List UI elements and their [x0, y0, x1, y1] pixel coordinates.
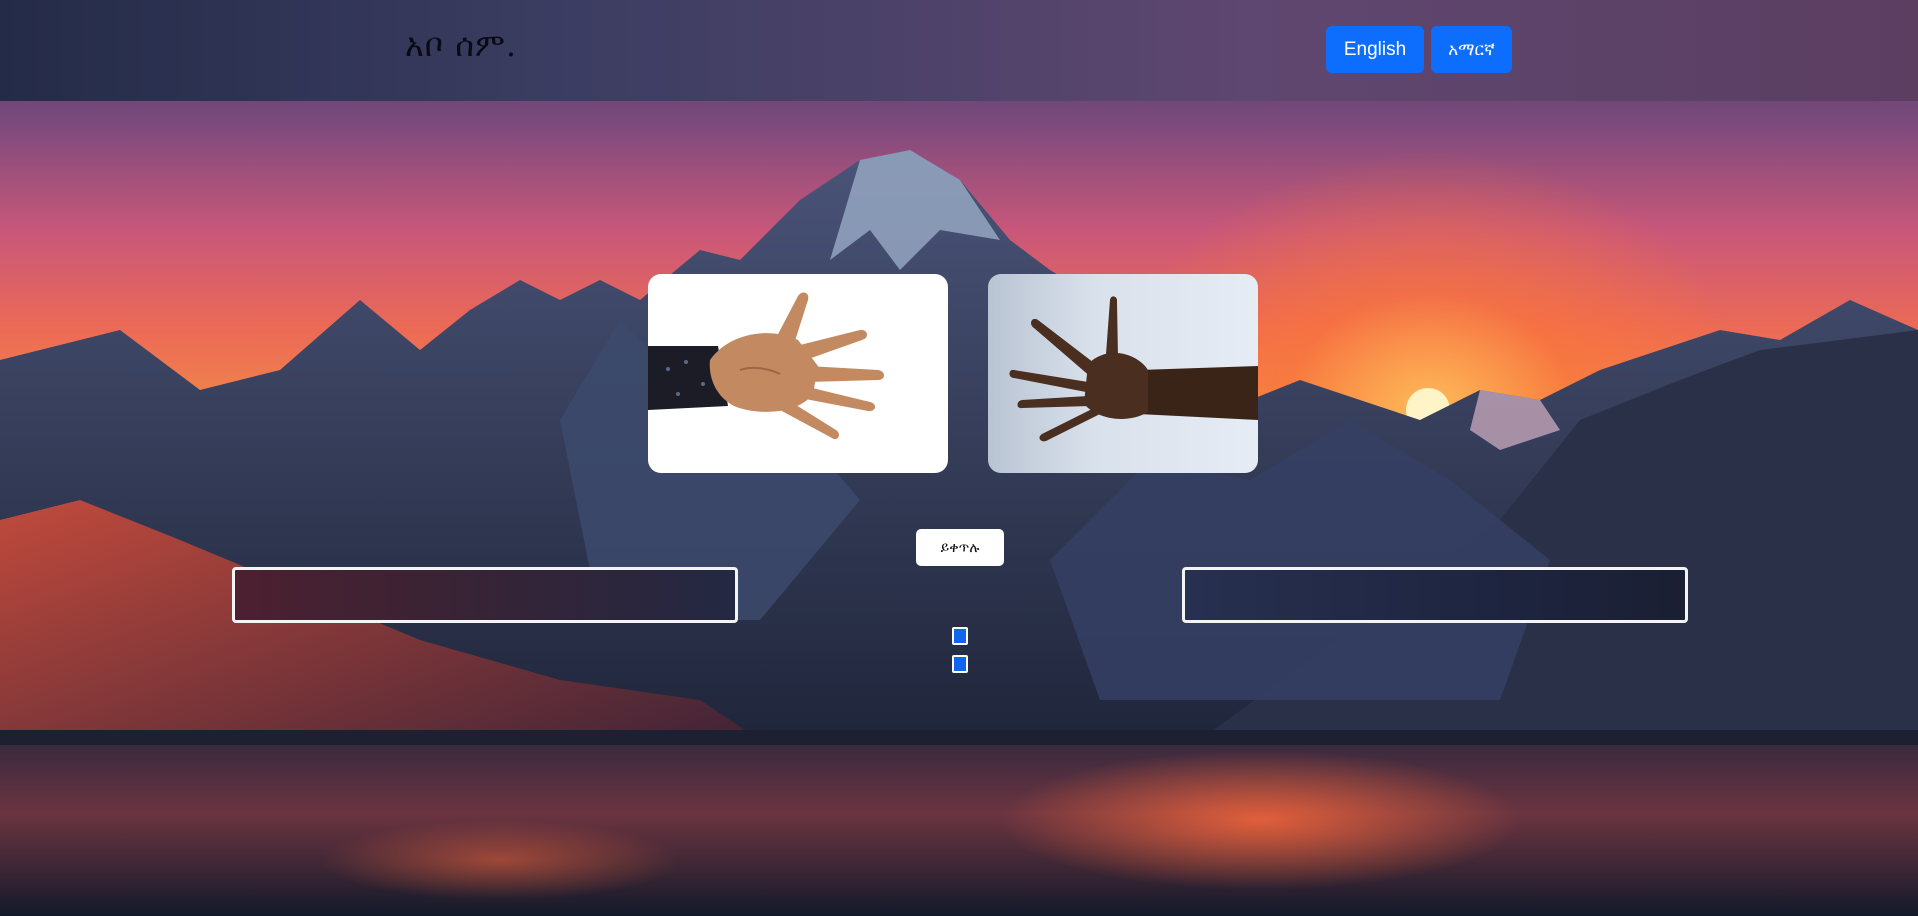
player-hand-card[interactable]	[648, 274, 948, 473]
opponent-result-panel	[1182, 567, 1688, 623]
brand-title: አቦ ሰም.	[405, 26, 518, 64]
option-checkbox-1[interactable]	[952, 627, 968, 645]
language-english-button[interactable]: English	[1326, 26, 1424, 73]
language-amharic-button[interactable]: አማርኛ	[1431, 26, 1512, 73]
top-navbar: አቦ ሰም. English አማርኛ	[0, 0, 1918, 101]
lake-reflection	[320, 820, 680, 900]
palm-hand-icon	[648, 292, 884, 440]
mountain-illustration	[0, 150, 1918, 916]
lake-reflection	[1000, 750, 1520, 890]
player-result-panel	[232, 567, 738, 623]
continue-button[interactable]: ይቀጥሉ	[916, 529, 1004, 566]
mountain-lake-background	[0, 0, 1918, 916]
opponent-hand-card[interactable]	[988, 274, 1258, 473]
lake	[0, 745, 1918, 916]
reaching-hand-icon	[1009, 296, 1258, 442]
option-checkbox-2[interactable]	[952, 655, 968, 673]
